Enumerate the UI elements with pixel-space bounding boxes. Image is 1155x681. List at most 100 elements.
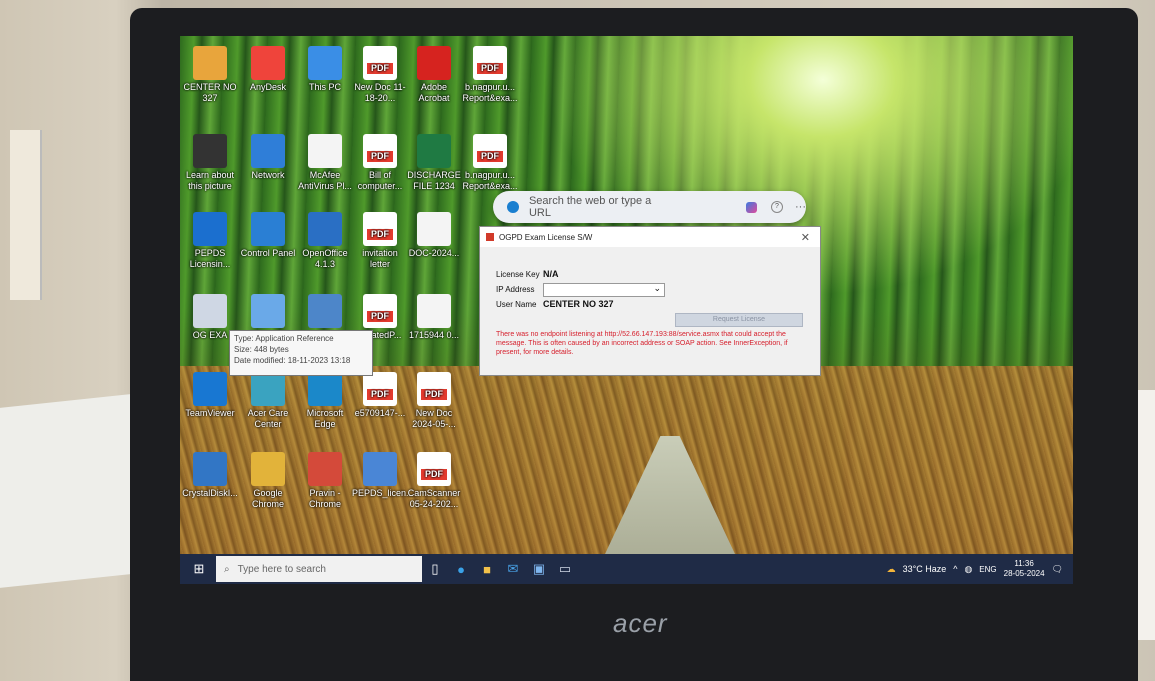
desktop-icon-label: b.nagpur.u... Report&exa... (462, 170, 518, 191)
app-taskbar-icon[interactable]: ▭ (552, 558, 578, 580)
user-name-label: User Name (496, 300, 537, 309)
desktop-icon[interactable]: 1715944 0... (406, 292, 462, 341)
desktop-icon-label: DOC-2024... (408, 248, 460, 258)
system-tray: ☁ 33°C Haze ^ ◍ ENG 11:36 28-05-2024 🗨 (887, 559, 1073, 579)
desktop-icon[interactable]: Control Panel (240, 210, 296, 259)
desktop-icon[interactable]: DISCHARGE FILE 1234 (406, 132, 462, 192)
desktop-icon[interactable]: b.nagpur.u... Report&exa... (462, 44, 518, 104)
app-shortcut-icon (308, 46, 342, 80)
desktop-icon[interactable]: TeamViewer (182, 370, 238, 419)
document-file-icon (417, 294, 451, 328)
desktop-icon[interactable]: PEPDS_licen... (352, 450, 414, 499)
app-shortcut-icon (193, 452, 227, 486)
app-shortcut-icon (251, 372, 285, 406)
desktop-icon[interactable]: New Doc 11-18-20... (352, 44, 408, 104)
desktop-icon-label: Learn about this picture (185, 170, 235, 191)
edge-search-placeholder[interactable]: Search the web or type a URL (529, 195, 676, 219)
desktop-icon[interactable]: b.nagpur.u... Report&exa... (462, 132, 518, 192)
desktop-icon[interactable]: CamScanner 05-24-202... (406, 450, 462, 510)
app-shortcut-icon (193, 134, 227, 168)
desktop-icon[interactable]: Adobe Acrobat (406, 44, 462, 104)
app-shortcut-icon (417, 46, 451, 80)
desktop-icon-label: New Doc 2024-05-... (412, 408, 456, 429)
desktop-icon[interactable]: CrystalDiskI... (182, 450, 238, 499)
windows-start-icon[interactable]: ⊞ (186, 558, 212, 580)
close-icon[interactable]: ✕ (801, 231, 810, 244)
desktop-icon[interactable]: invitation letter (352, 210, 408, 270)
desktop-icon-label: Network (251, 170, 285, 180)
task-view-icon[interactable]: ▯ (422, 558, 448, 580)
desktop-icon-label: Bill of computer... (357, 170, 403, 191)
app-shortcut-icon (308, 372, 342, 406)
app-shortcut-icon (251, 46, 285, 80)
desktop-icon[interactable]: Bill of computer... (352, 132, 408, 192)
network-globe-icon[interactable]: ◍ (964, 564, 972, 575)
request-license-button[interactable]: Request License (675, 313, 803, 327)
desktop-screen: CENTER NO 327 AnyDesk This PC New Doc 11-18… (180, 36, 1073, 584)
desktop-icon-label: e5709147-... (354, 408, 406, 418)
folder-icon (193, 46, 227, 80)
license-key-label: License Key (496, 270, 540, 279)
weather-text[interactable]: 33°C Haze (903, 564, 947, 574)
acer-logo: acer (613, 608, 668, 638)
desktop-icon[interactable]: CENTER NO 327 (182, 44, 238, 104)
dialog-titlebar[interactable]: OGPD Exam License S/W ✕ (480, 227, 820, 247)
desktop-icon-label: Acer Care Center (247, 408, 289, 429)
language-indicator[interactable]: ENG (979, 565, 996, 574)
icon-tooltip: Type: Application Reference Size: 448 by… (229, 330, 373, 376)
chevron-up-icon[interactable]: ^ (953, 564, 957, 574)
taskbar-search[interactable]: ⌕ Type here to search (216, 556, 422, 582)
mail-icon[interactable]: ✉ (500, 558, 526, 580)
desktop-icon-label: CamScanner 05-24-202... (407, 488, 461, 509)
desktop-icon-label: CENTER NO 327 (183, 82, 237, 103)
desktop-icon-label: New Doc 11-18-20... (354, 82, 406, 103)
desktop-icon-label: PEPDS_licen... (352, 488, 414, 498)
desktop-icon[interactable]: AnyDesk (240, 44, 296, 93)
desktop-icon-label: Microsoft Edge (306, 408, 344, 429)
notification-icon[interactable]: 🗨 (1052, 564, 1063, 575)
desktop-icon[interactable]: McAfee AntiVirus Pl... (297, 132, 353, 192)
tooltip-date: Date modified: 18-11-2023 13:18 (234, 356, 351, 365)
desktop-icon[interactable]: OpenOffice 4.1.3 (297, 210, 353, 270)
app-icon (486, 233, 494, 241)
edge-icon (507, 201, 519, 213)
desktop-icon[interactable]: New Doc 2024-05-... (406, 370, 462, 430)
ip-address-select[interactable]: ⌄ (543, 283, 665, 297)
more-icon[interactable]: ··· (795, 201, 806, 213)
desktop-icon[interactable]: Microsoft Edge (297, 370, 353, 430)
clock[interactable]: 11:36 28-05-2024 (1004, 559, 1045, 579)
desktop-icon[interactable]: Network (240, 132, 296, 181)
license-key-value: N/A (543, 269, 559, 279)
help-icon[interactable]: ? (771, 201, 783, 213)
desktop-icon[interactable]: Pravin - Chrome (297, 450, 353, 510)
desktop-icon[interactable] (240, 292, 296, 330)
desktop-icon-label: This PC (308, 82, 341, 92)
desktop-icon-label: b.nagpur.u... Report&exa... (462, 82, 518, 103)
edge-taskbar-icon[interactable]: ● (448, 558, 474, 580)
desktop-icon[interactable]: e5709147-... (352, 370, 408, 419)
pdf-file-icon (417, 372, 451, 406)
desktop-icon[interactable] (297, 292, 353, 330)
file-explorer-icon[interactable]: ■ (474, 558, 500, 580)
pdf-file-icon (417, 452, 451, 486)
chevron-down-icon: ⌄ (653, 283, 661, 293)
desktop-icon[interactable]: This PC (297, 44, 353, 93)
taskbar-search-placeholder: Type here to search (237, 563, 326, 575)
clock-time: 11:36 (1014, 559, 1034, 568)
desktop-icon[interactable]: PEPDS Licensin... (182, 210, 238, 270)
app-shortcut-icon (251, 134, 285, 168)
desktop-icon[interactable]: Google Chrome (240, 450, 296, 510)
pdf-file-icon (363, 134, 397, 168)
desktop-icon[interactable]: DOC-2024... (406, 210, 462, 259)
edge-search-bar[interactable]: Search the web or type a URL ? ··· (493, 191, 806, 223)
desktop-icon-label: DISCHARGE FILE 1234 (407, 170, 461, 191)
ip-address-label: IP Address (496, 285, 535, 294)
desktop-icon[interactable]: Learn about this picture (182, 132, 238, 192)
app-shortcut-icon (363, 452, 397, 486)
desktop-icon-label: PEPDS Licensin... (189, 248, 231, 269)
desktop-icon[interactable]: Acer Care Center (240, 370, 296, 430)
store-icon[interactable]: ▣ (526, 558, 552, 580)
desktop-icon-label: Control Panel (240, 248, 296, 258)
copilot-icon[interactable] (746, 201, 758, 213)
background-paper (10, 130, 42, 300)
